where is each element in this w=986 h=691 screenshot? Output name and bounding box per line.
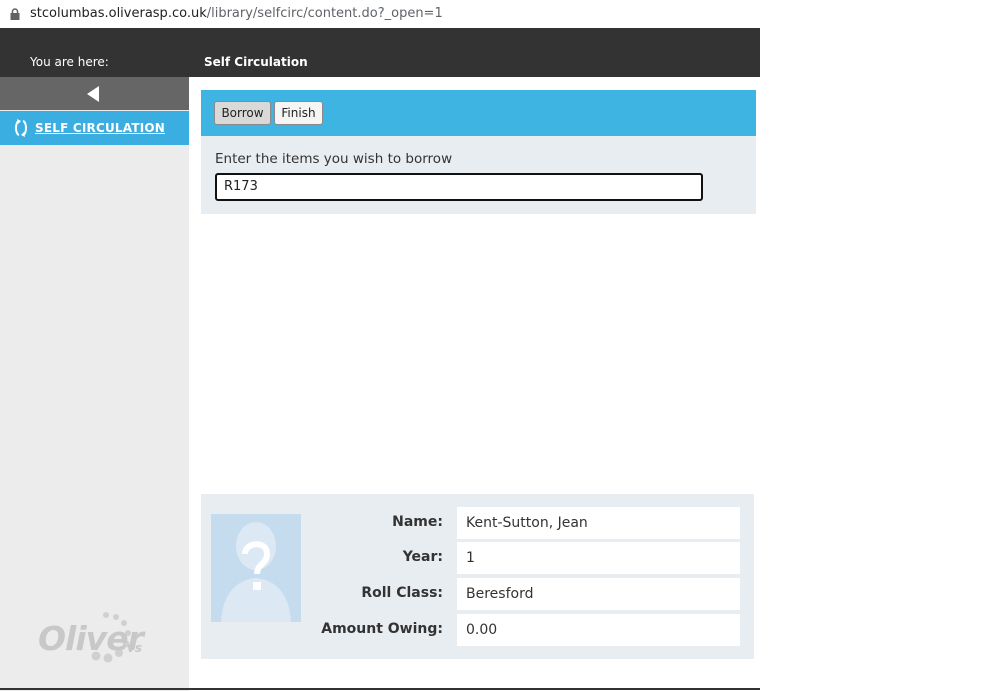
- year-value: 1: [457, 542, 740, 574]
- url-path: /library/selfcirc/content.do?_open=1: [206, 6, 443, 21]
- bottom-divider: [0, 688, 760, 690]
- url-text: stcolumbas.oliverasp.co.uk/library/selfc…: [30, 6, 443, 21]
- borrow-panel: Enter the items you wish to borrow R173: [201, 136, 756, 214]
- name-value: Kent-Sutton, Jean: [457, 507, 740, 539]
- item-barcode-input[interactable]: R173: [215, 173, 703, 201]
- sidebar-item-self-circulation[interactable]: SELF CIRCULATION: [0, 111, 189, 145]
- patron-details-panel: Name: Kent-Sutton, Jean Year: 1 Roll Cla…: [201, 494, 754, 659]
- breadcrumb: Self Circulation: [204, 55, 308, 69]
- url-host: stcolumbas.oliverasp.co.uk: [30, 6, 207, 21]
- finish-button[interactable]: Finish: [274, 101, 323, 125]
- unknown-person-icon: [211, 514, 301, 622]
- sidebar-collapse-button[interactable]: [0, 77, 189, 110]
- browser-address-bar[interactable]: stcolumbas.oliverasp.co.uk/library/selfc…: [0, 0, 760, 29]
- patron-photo: [211, 514, 301, 622]
- sidebar: SELF CIRCULATION Oliver vs: [0, 77, 189, 691]
- chevron-left-icon: [87, 86, 99, 102]
- oliver-logo: Oliver vs: [38, 611, 158, 677]
- lock-icon: [10, 8, 20, 20]
- name-label: Name:: [392, 514, 443, 530]
- self-circulation-icon: [15, 119, 27, 137]
- page-header: You are here: Self Circulation: [0, 28, 760, 77]
- borrow-button[interactable]: Borrow: [214, 101, 271, 125]
- amount-owing-value: 0.00: [457, 614, 740, 646]
- you-are-here-label: You are here:: [30, 55, 109, 69]
- roll-class-value: Beresford: [457, 578, 740, 610]
- borrow-prompt: Enter the items you wish to borrow: [215, 151, 453, 167]
- amount-owing-label: Amount Owing:: [321, 621, 443, 637]
- circulation-toolbar: Borrow Finish: [201, 90, 756, 136]
- logo-suffix: vs: [127, 641, 142, 655]
- sidebar-item-label: SELF CIRCULATION: [35, 121, 166, 135]
- year-label: Year:: [402, 549, 443, 565]
- roll-class-label: Roll Class:: [361, 585, 443, 601]
